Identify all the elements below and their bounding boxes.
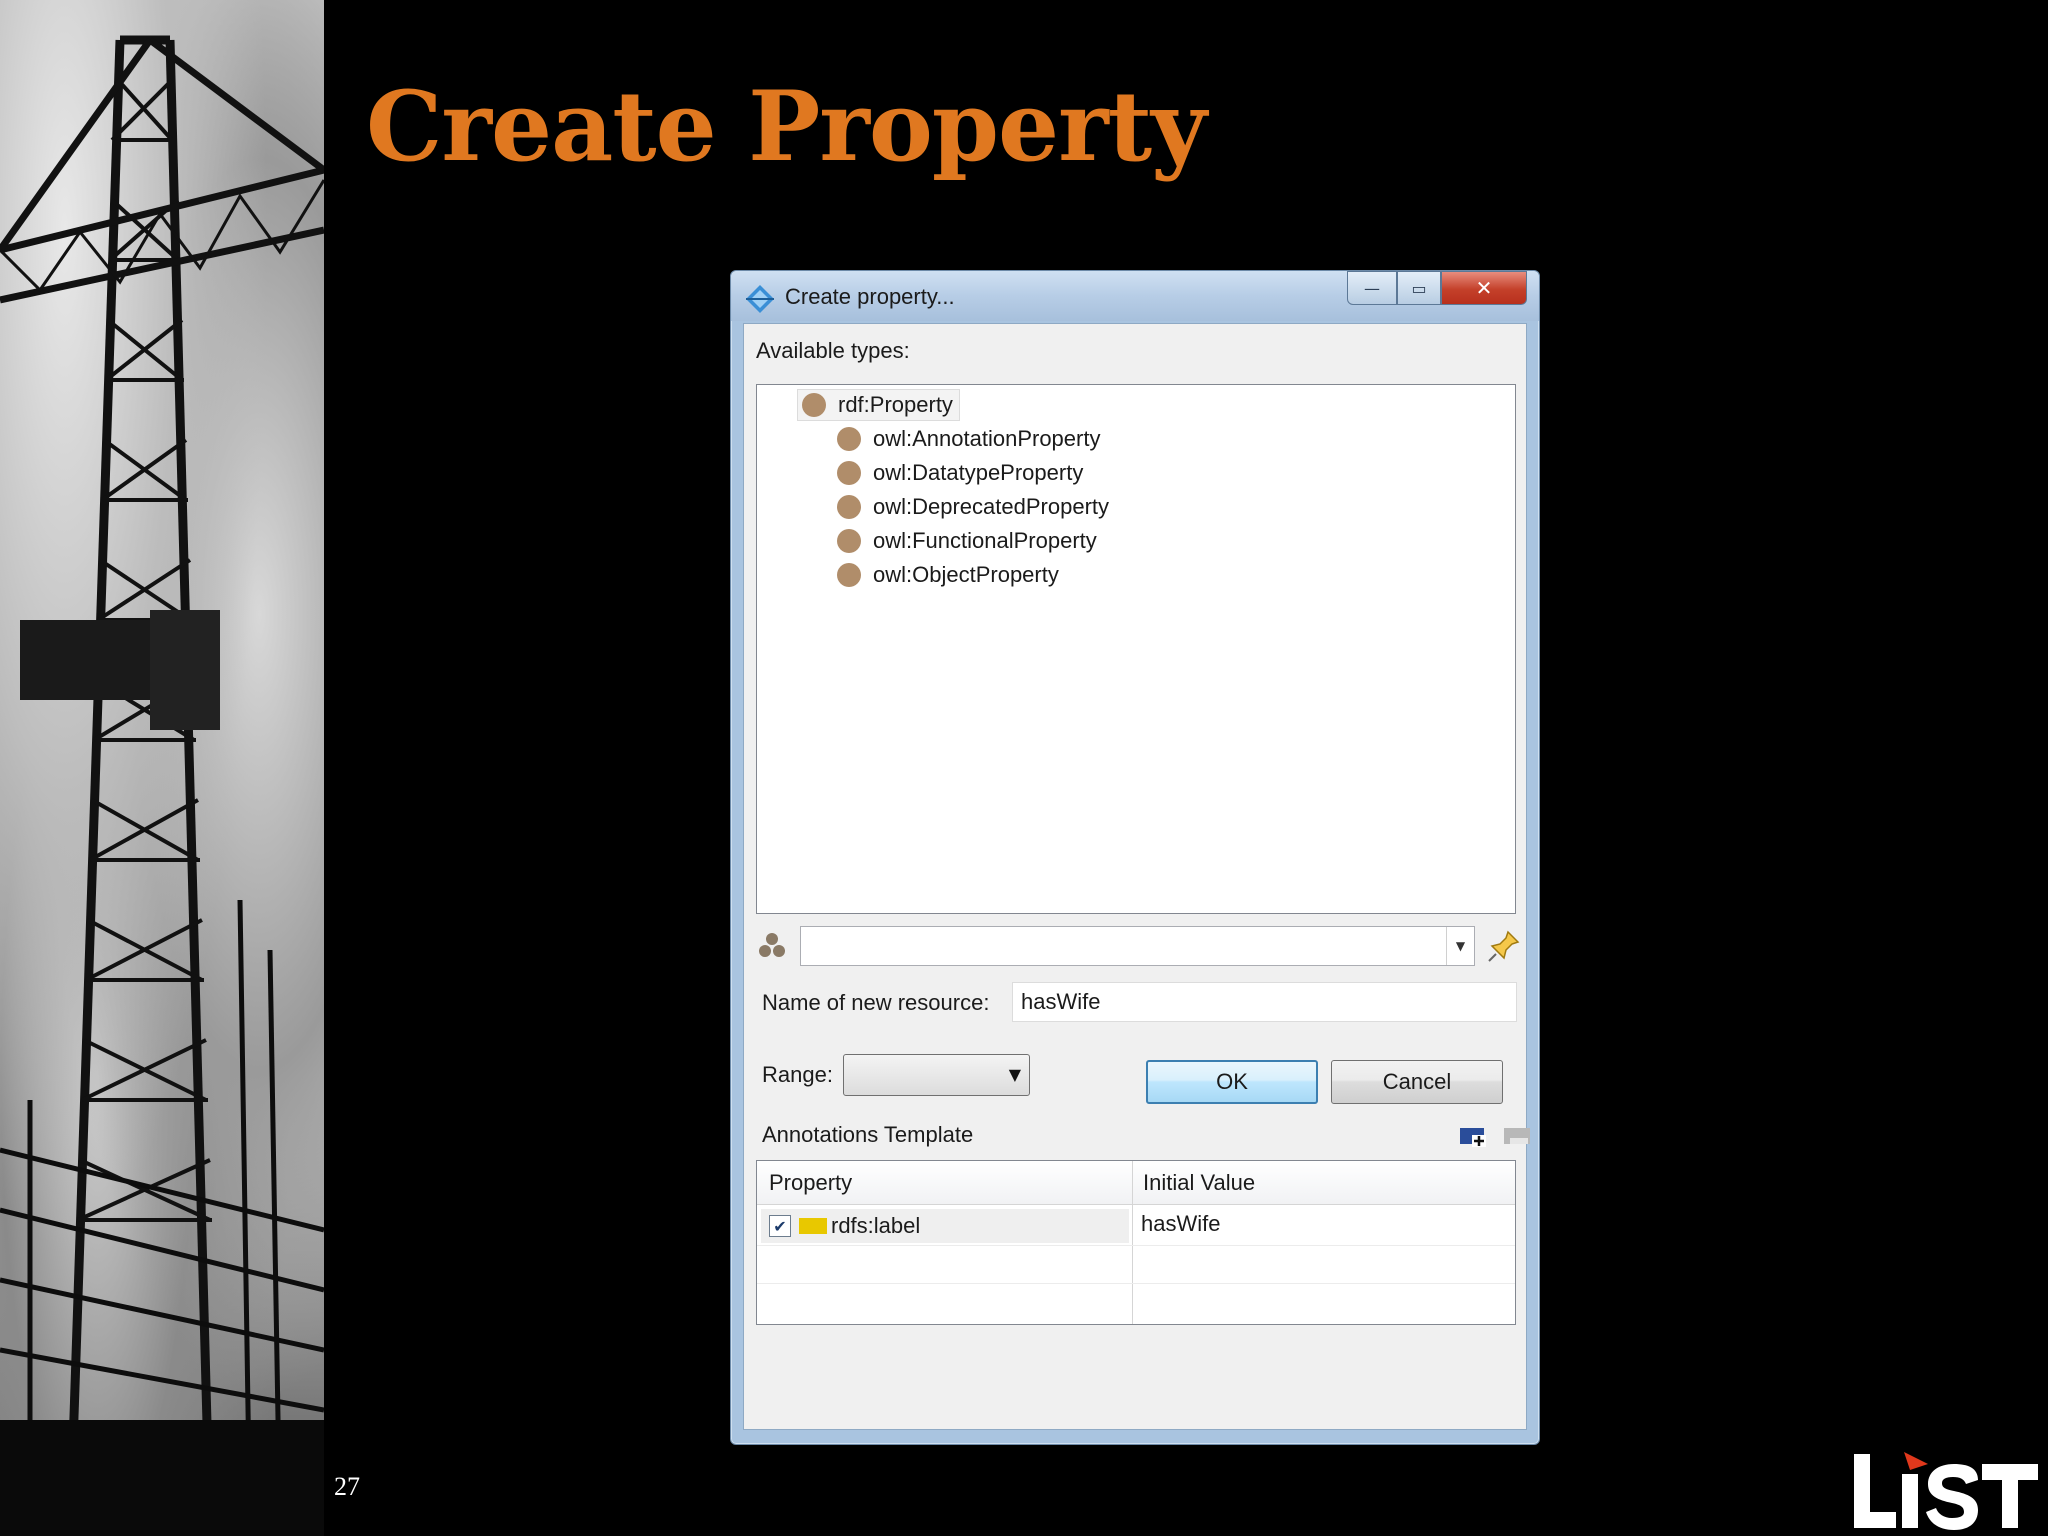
column-header-property[interactable]: Property (769, 1170, 852, 1196)
tree-item-type[interactable]: owl:AnnotationProperty (837, 423, 1100, 455)
dialog-body: Available types: rdf:Property owl:Annota… (743, 323, 1530, 1430)
dropdown-arrow-icon: ▼ (1008, 1065, 1021, 1084)
ok-button[interactable]: OK (1146, 1060, 1318, 1104)
tree-item-label: owl:AnnotationProperty (873, 426, 1101, 451)
tree-item-label: owl:DatatypeProperty (873, 460, 1084, 485)
column-header-initial-value[interactable]: Initial Value (1143, 1170, 1255, 1196)
create-property-dialog: Create property... — ▭ ✕ Available types… (730, 270, 1540, 1445)
row-checkbox[interactable]: ✔ (769, 1215, 791, 1237)
remove-annotation-icon[interactable] (1502, 1124, 1534, 1150)
tree-item-type[interactable]: owl:DeprecatedProperty (837, 491, 1109, 523)
name-label: Name of new resource: (762, 990, 990, 1015)
pin-icon[interactable] (1486, 928, 1522, 964)
range-select[interactable]: ▼ (843, 1054, 1030, 1096)
table-header: Property Initial Value (757, 1161, 1515, 1205)
filter-combo[interactable]: ▼ (800, 926, 1475, 966)
resource-dot-icon (837, 563, 861, 587)
resource-dot-icon (837, 529, 861, 553)
cluster-icon (759, 933, 785, 957)
annotations-table: Property Initial Value ✔ rdfs:label hasW… (756, 1160, 1516, 1325)
window-controls: — ▭ ✕ (1347, 271, 1527, 305)
row-initial-value[interactable]: hasWife (1141, 1211, 1220, 1237)
unist-logo-icon (1854, 1452, 2038, 1530)
page-number: 27 (334, 1472, 360, 1501)
minimize-button[interactable]: — (1347, 271, 1397, 305)
tree-item-type[interactable]: owl:FunctionalProperty (837, 525, 1097, 557)
maximize-button[interactable]: ▭ (1397, 271, 1441, 305)
app-diamond-icon (746, 285, 774, 313)
tree-item-label: owl:FunctionalProperty (873, 528, 1097, 553)
annotations-template-label: Annotations Template (762, 1122, 974, 1147)
tree-item-rdf-property[interactable]: rdf:Property (797, 389, 960, 421)
cancel-button[interactable]: Cancel (1331, 1060, 1503, 1104)
annotation-color-swatch (799, 1218, 827, 1234)
available-types-tree[interactable]: rdf:Property owl:AnnotationProperty owl:… (756, 384, 1516, 914)
resource-dot-icon (837, 495, 861, 519)
tree-item-type[interactable]: owl:DatatypeProperty (837, 457, 1083, 489)
dialog-title: Create property... (785, 284, 955, 309)
resource-dot-icon (802, 393, 826, 417)
tree-item-label: owl:ObjectProperty (873, 562, 1059, 587)
tree-item-type[interactable]: owl:ObjectProperty (837, 559, 1059, 591)
row-divider (757, 1283, 1515, 1284)
row-property: rdfs:label (831, 1213, 921, 1238)
crane-photo-panel (0, 0, 324, 1536)
tree-item-label: rdf:Property (838, 392, 953, 417)
dialog-titlebar[interactable]: Create property... — ▭ ✕ (731, 271, 1539, 321)
resource-dot-icon (837, 461, 861, 485)
tree-item-label: owl:DeprecatedProperty (873, 494, 1110, 519)
close-button[interactable]: ✕ (1441, 271, 1527, 305)
available-types-label: Available types: (756, 338, 910, 363)
crane-silhouette-image (0, 35, 324, 1536)
row-divider (757, 1245, 1515, 1246)
range-label: Range: (762, 1062, 833, 1087)
filter-row: ▼ (756, 924, 1531, 966)
resource-name-input[interactable]: hasWife (1012, 982, 1517, 1022)
slide-title: Create Property (366, 70, 1207, 183)
resource-dot-icon (837, 427, 861, 451)
column-divider (1132, 1161, 1133, 1324)
add-annotation-icon[interactable] (1458, 1124, 1490, 1150)
dropdown-arrow-icon[interactable]: ▼ (1446, 927, 1474, 965)
table-row[interactable]: ✔ rdfs:label (761, 1209, 1129, 1243)
